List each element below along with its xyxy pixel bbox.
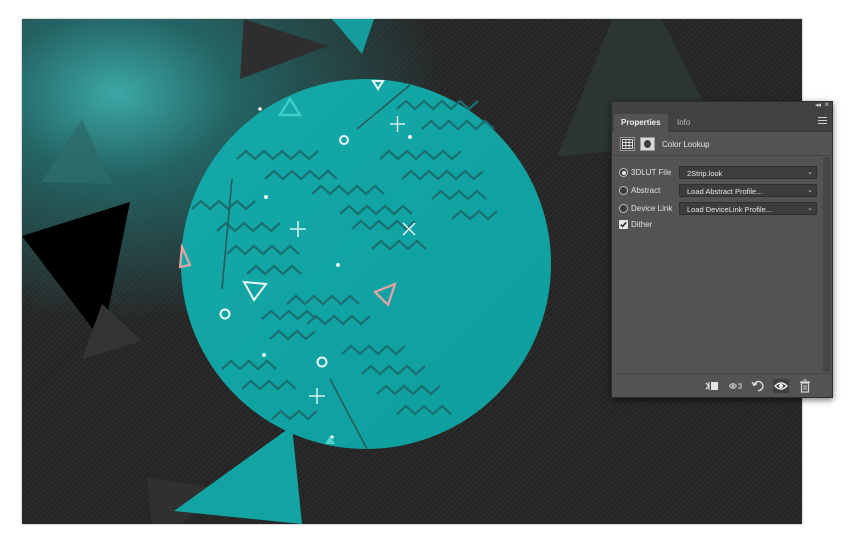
delete-icon[interactable]: [797, 379, 813, 393]
view-previous-state-icon[interactable]: [728, 379, 744, 393]
panel-titlebar[interactable]: ◂◂ ×: [612, 100, 832, 110]
checkmark-icon: [620, 221, 627, 228]
panel-content: 3DLUT File 2Strip.look ⌄ Abstract Load A…: [612, 157, 822, 372]
adjustment-header: Color Lookup: [612, 132, 832, 156]
chevron-down-icon: ⌄: [807, 205, 813, 212]
teal-triangle-top: [332, 19, 374, 54]
radio-device-link[interactable]: [619, 204, 628, 213]
color-lookup-adjustment-icon[interactable]: [620, 137, 635, 151]
dither-checkbox[interactable]: [619, 220, 628, 229]
close-panel-icon[interactable]: ×: [824, 100, 829, 109]
teal-triangle-bottom: [174, 426, 302, 524]
option-row-3dlut: 3DLUT File 2Strip.look ⌄: [618, 165, 818, 181]
label-abstract: Abstract: [631, 186, 661, 195]
collapse-panel-icon[interactable]: ◂◂: [815, 101, 821, 109]
reset-icon[interactable]: [750, 379, 766, 393]
clip-to-layer-icon[interactable]: [704, 379, 720, 393]
option-row-abstract: Abstract Load Abstract Profile... ⌄: [618, 183, 818, 199]
layer-mask-icon[interactable]: [640, 137, 655, 151]
dropdown-device-link-value: Load DeviceLink Profile...: [687, 205, 773, 214]
label-3dlut-file: 3DLUT File: [631, 168, 672, 177]
dropdown-3dlut-value: 2Strip.look: [687, 169, 723, 178]
option-row-device-link: Device Link Load DeviceLink Profile... ⌄: [618, 201, 818, 217]
dropdown-device-link[interactable]: Load DeviceLink Profile... ⌄: [679, 202, 817, 215]
panel-scrollbar[interactable]: [823, 157, 830, 372]
panel-footer: [612, 373, 832, 397]
label-dither: Dither: [631, 220, 653, 229]
dropdown-abstract-value: Load Abstract Profile...: [687, 187, 763, 196]
option-row-dither: Dither: [618, 217, 818, 233]
dark-triangle-top: [240, 19, 328, 79]
dropdown-abstract[interactable]: Load Abstract Profile... ⌄: [679, 184, 817, 197]
chevron-down-icon: ⌄: [807, 187, 813, 194]
tab-properties[interactable]: Properties: [614, 114, 668, 132]
teal-triangle-left: [42, 119, 112, 184]
radio-abstract[interactable]: [619, 186, 628, 195]
tab-info[interactable]: Info: [670, 114, 697, 132]
chevron-down-icon: ⌄: [807, 169, 813, 176]
radio-3dlut-file[interactable]: [619, 168, 628, 177]
panel-menu-icon[interactable]: [818, 117, 827, 124]
toggle-visibility-icon[interactable]: [773, 379, 789, 393]
teal-circle: [181, 79, 551, 449]
panel-tabbar: Properties Info: [612, 110, 832, 132]
properties-panel: ◂◂ × Properties Info Color Lookup 3DLUT …: [611, 100, 833, 398]
label-device-link: Device Link: [631, 204, 673, 213]
dropdown-3dlut-file[interactable]: 2Strip.look ⌄: [679, 166, 817, 179]
adjustment-title: Color Lookup: [662, 140, 710, 149]
